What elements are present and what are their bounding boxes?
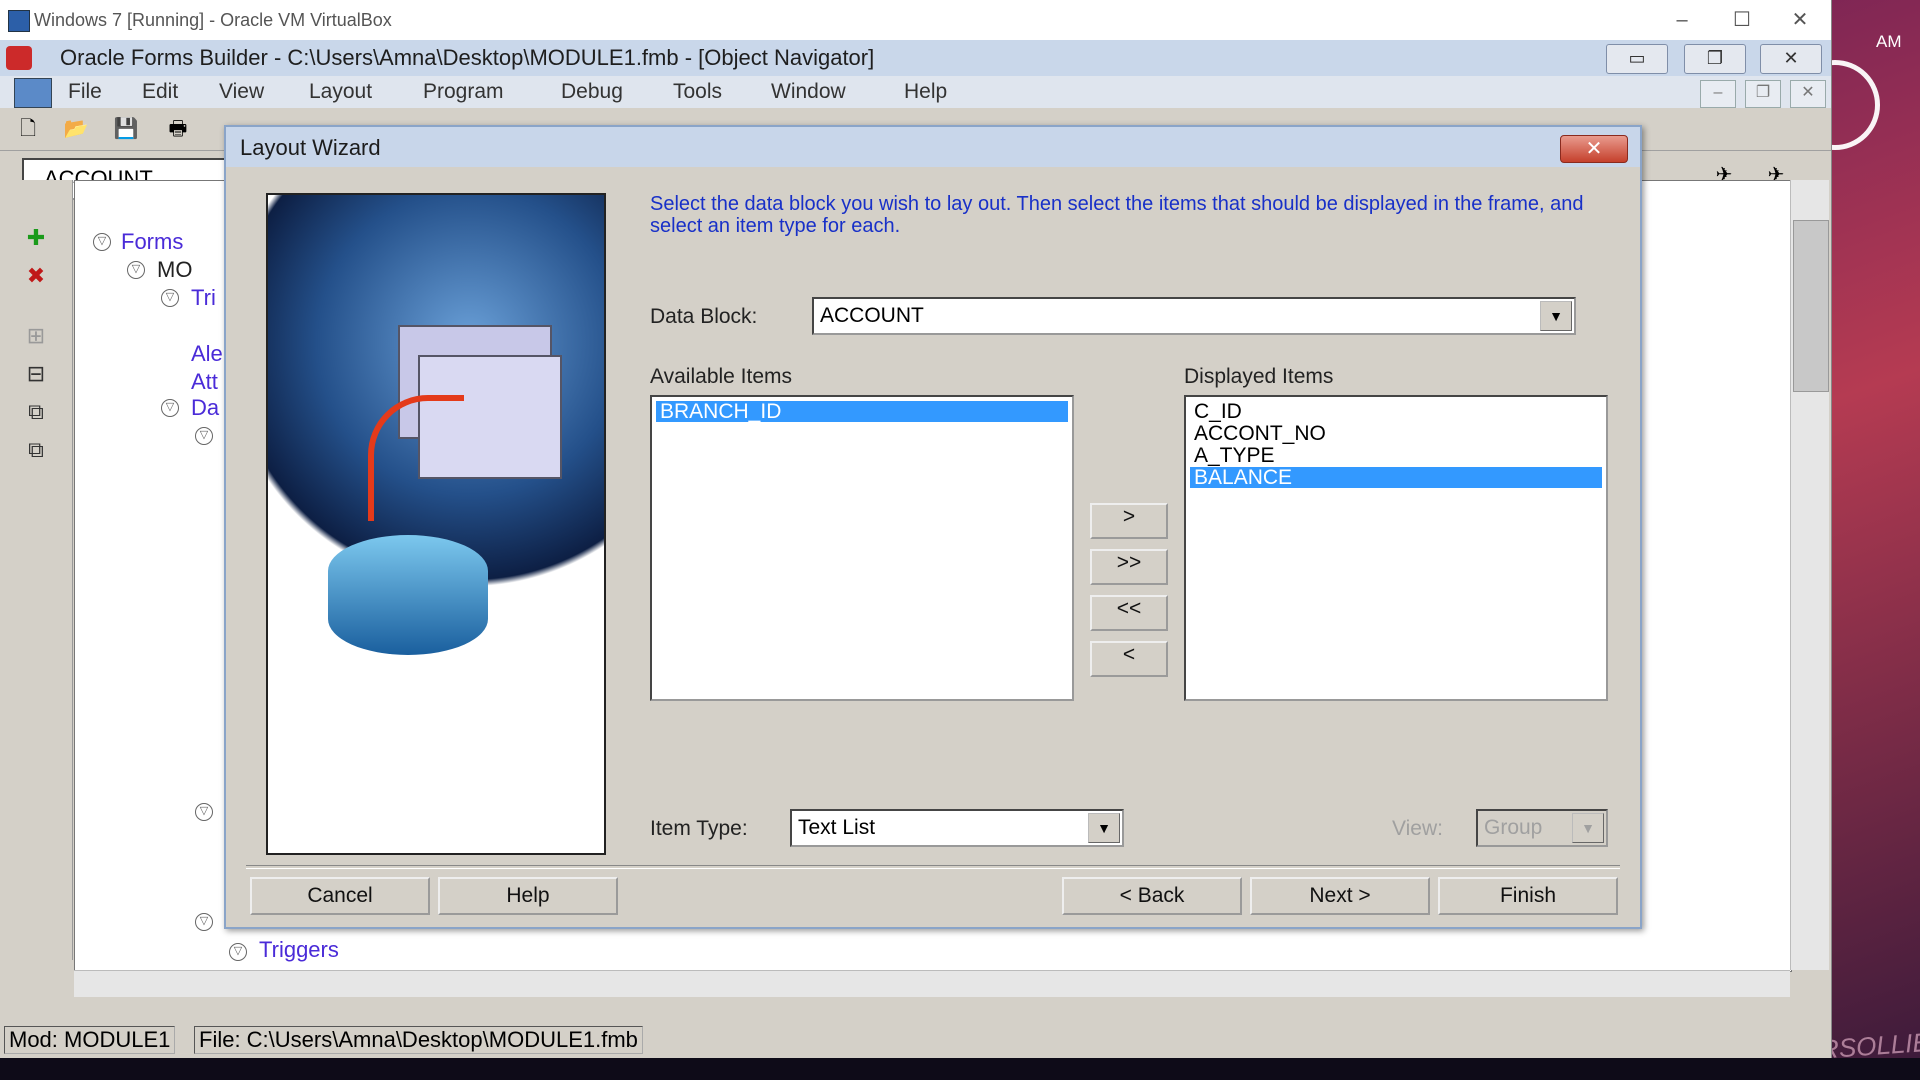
- wizard-illustration: [266, 193, 606, 855]
- tree-toggle-block[interactable]: ▽: [195, 427, 213, 445]
- view-select[interactable]: Group ▼: [1476, 809, 1608, 847]
- menu-tools[interactable]: Tools: [673, 80, 722, 104]
- finish-button[interactable]: Finish: [1438, 877, 1618, 915]
- data-block-label: Data Block:: [650, 305, 758, 328]
- forms-restore-button[interactable]: ❐: [1684, 44, 1746, 74]
- menu-view[interactable]: View: [219, 80, 264, 104]
- menu-program[interactable]: Program: [423, 80, 504, 104]
- data-block-value: ACCOUNT: [820, 304, 924, 327]
- displayed-items-list[interactable]: C_ID ACCONT_NO A_TYPE BALANCE: [1184, 395, 1608, 701]
- item-type-label: Item Type:: [650, 817, 748, 840]
- tree-toggle-customer[interactable]: ▽: [195, 913, 213, 931]
- status-file: File: C:\Users\Amna\Desktop\MODULE1.fmb: [194, 1026, 643, 1054]
- clock: AM: [1876, 32, 1902, 51]
- expand-icon[interactable]: ⊞: [20, 322, 52, 350]
- view-value: Group: [1484, 816, 1543, 839]
- available-item[interactable]: BRANCH_ID: [656, 401, 1068, 422]
- expand-all-icon[interactable]: ⧉: [20, 398, 52, 426]
- scroll-thumb[interactable]: [1793, 220, 1829, 392]
- view-label: View:: [1392, 817, 1443, 840]
- open-icon[interactable]: 📂: [62, 116, 90, 142]
- wizard-titlebar: Layout Wizard ✕: [226, 127, 1640, 167]
- back-button[interactable]: < Back: [1062, 877, 1242, 915]
- item-type-value: Text List: [798, 816, 876, 839]
- tree-toggle-module[interactable]: ▽: [127, 261, 145, 279]
- mdi-restore-button[interactable]: ❐: [1745, 80, 1781, 108]
- horizontal-scrollbar[interactable]: [74, 970, 1790, 997]
- menu-file[interactable]: File: [68, 80, 102, 104]
- forms-titlebar: Oracle Forms Builder - C:\Users\Amna\Des…: [0, 40, 1831, 76]
- layout-wizard-dialog: Layout Wizard ✕ Select the data block yo…: [224, 125, 1642, 929]
- tree-item-alerts[interactable]: Ale: [191, 341, 223, 367]
- save-icon[interactable]: 💾: [112, 116, 140, 142]
- tree-item-data-blocks[interactable]: Da: [191, 395, 219, 421]
- navigator-toolbar: ✚ ✖ ⊞ ⊟ ⧉ ⧉: [0, 180, 73, 960]
- virtualbox-titlebar: Windows 7 [Running] - Oracle VM VirtualB…: [0, 0, 1831, 40]
- chevron-down-icon[interactable]: ▼: [1088, 813, 1120, 843]
- new-icon[interactable]: 🗋: [14, 116, 42, 142]
- tree-item-forms[interactable]: Forms: [121, 229, 183, 255]
- available-items-list[interactable]: BRANCH_ID: [650, 395, 1074, 701]
- close-button[interactable]: ✕: [1780, 6, 1820, 34]
- remove-all-button[interactable]: <<: [1090, 595, 1168, 631]
- print-icon[interactable]: 🖶: [164, 116, 192, 142]
- wizard-title: Layout Wizard: [240, 135, 381, 160]
- forms-close-button[interactable]: ✕: [1760, 44, 1822, 74]
- taskbar-strip: [0, 1058, 1920, 1080]
- available-items-label: Available Items: [650, 365, 793, 388]
- tree-item-module[interactable]: MO: [157, 257, 192, 283]
- database-graphic: [328, 535, 488, 655]
- wizard-instructions: Select the data block you wish to lay ou…: [650, 193, 1584, 237]
- menu-help[interactable]: Help: [904, 80, 947, 104]
- menu-debug[interactable]: Debug: [561, 80, 623, 104]
- forms-title: Oracle Forms Builder - C:\Users\Amna\Des…: [60, 45, 875, 70]
- remove-one-button[interactable]: <: [1090, 641, 1168, 677]
- object-navigator-icon[interactable]: [14, 78, 52, 108]
- chevron-down-icon[interactable]: ▼: [1572, 813, 1604, 843]
- forms-minimize-button[interactable]: ▭: [1606, 44, 1668, 74]
- arrow-graphic: [368, 395, 464, 521]
- oracle-forms-icon: [6, 46, 32, 70]
- virtualbox-icon: [8, 10, 30, 32]
- next-button[interactable]: Next >: [1250, 877, 1430, 915]
- menu-bar: File Edit View Layout Program Debug Tool…: [0, 76, 1831, 108]
- menu-edit[interactable]: Edit: [142, 80, 178, 104]
- help-button[interactable]: Help: [438, 877, 618, 915]
- wizard-close-button[interactable]: ✕: [1560, 135, 1628, 163]
- maximize-button[interactable]: ☐: [1722, 6, 1762, 34]
- tree-toggle-data-blocks[interactable]: ▽: [161, 399, 179, 417]
- collapse-icon[interactable]: ⊟: [20, 360, 52, 388]
- move-all-button[interactable]: >>: [1090, 549, 1168, 585]
- cancel-button[interactable]: Cancel: [250, 877, 430, 915]
- virtualbox-title: Windows 7 [Running] - Oracle VM VirtualB…: [34, 10, 392, 30]
- mdi-close-button[interactable]: ✕: [1790, 80, 1826, 108]
- menu-layout[interactable]: Layout: [309, 80, 372, 104]
- item-type-select[interactable]: Text List ▼: [790, 809, 1124, 847]
- delete-icon[interactable]: ✖: [20, 262, 52, 290]
- displayed-item[interactable]: A_TYPE: [1190, 445, 1602, 466]
- chevron-down-icon[interactable]: ▼: [1540, 301, 1572, 331]
- tree-toggle-triggers[interactable]: ▽: [161, 289, 179, 307]
- move-one-button[interactable]: >: [1090, 503, 1168, 539]
- vertical-scrollbar[interactable]: [1790, 180, 1829, 970]
- displayed-item[interactable]: BALANCE: [1190, 467, 1602, 488]
- minimize-button[interactable]: –: [1662, 6, 1702, 34]
- tree-toggle-block-2[interactable]: ▽: [195, 803, 213, 821]
- menu-window[interactable]: Window: [771, 80, 846, 104]
- tree-toggle-forms[interactable]: ▽: [93, 233, 111, 251]
- tree-item-attached-libraries[interactable]: Att: [191, 369, 218, 395]
- tree-toggle-triggers-2[interactable]: ▽: [229, 943, 247, 961]
- tree-item-triggers-2[interactable]: Triggers: [259, 937, 339, 963]
- displayed-item[interactable]: C_ID: [1190, 401, 1602, 422]
- displayed-items-label: Displayed Items: [1184, 365, 1334, 388]
- data-block-select[interactable]: ACCOUNT ▼: [812, 297, 1576, 335]
- status-bar: Mod: MODULE1 File: C:\Users\Amna\Desktop…: [0, 1022, 1831, 1058]
- mdi-minimize-button[interactable]: –: [1700, 80, 1736, 108]
- create-icon[interactable]: ✚: [20, 224, 52, 252]
- footer-divider: [246, 865, 1620, 869]
- collapse-all-icon[interactable]: ⧉: [20, 436, 52, 464]
- status-module: Mod: MODULE1: [4, 1026, 176, 1054]
- tree-item-triggers[interactable]: Tri: [191, 285, 216, 311]
- displayed-item[interactable]: ACCONT_NO: [1190, 423, 1602, 444]
